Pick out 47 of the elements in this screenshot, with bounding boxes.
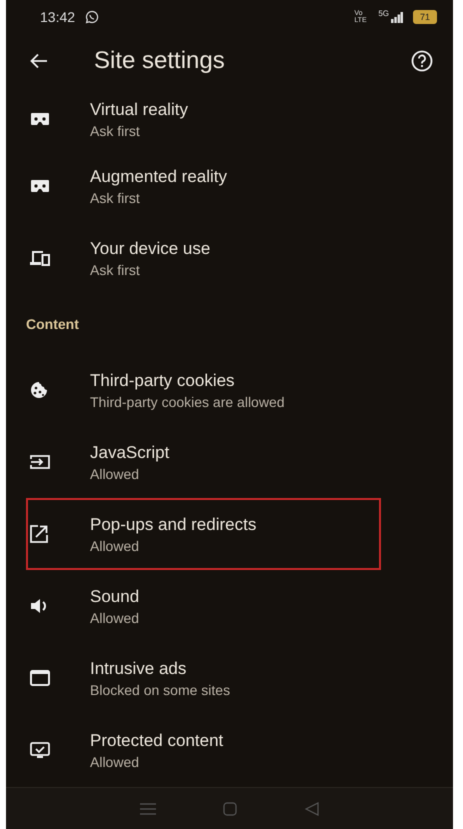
headset-icon — [30, 179, 50, 193]
item-subtitle: Allowed — [90, 610, 140, 626]
cookie-icon — [30, 381, 48, 399]
headset-icon — [30, 112, 50, 126]
network-label: 5G — [378, 9, 389, 18]
item-title: Augmented reality — [90, 166, 228, 186]
back-arrow-icon[interactable] — [30, 53, 48, 69]
settings-item[interactable]: Pop-ups and redirects Allowed — [26, 498, 381, 570]
settings-item[interactable]: Augmented reality Ask first — [6, 150, 453, 222]
signal-icon — [390, 12, 403, 22]
window-icon — [30, 670, 50, 686]
open-in-new-icon — [30, 525, 48, 543]
item-subtitle: Allowed — [90, 538, 140, 554]
settings-item[interactable]: JavaScript Allowed — [6, 426, 453, 498]
settings-item[interactable]: Third-party cookies Third-party cookies are allowed — [6, 354, 453, 426]
item-subtitle: Ask first — [90, 262, 141, 278]
item-title: Sound — [90, 586, 140, 606]
item-subtitle: Blocked on some sites — [90, 682, 230, 698]
item-title: Virtual reality — [90, 100, 188, 120]
item-subtitle: Allowed — [90, 754, 140, 770]
page-title: Site settings — [94, 47, 226, 75]
status-time: 13:42 — [40, 9, 76, 25]
input-icon — [30, 454, 50, 470]
item-subtitle: Ask first — [90, 190, 141, 206]
menu-icon[interactable] — [140, 802, 156, 814]
item-subtitle: Allowed — [90, 466, 140, 482]
item-title: Intrusive ads — [90, 658, 188, 678]
back-icon[interactable] — [305, 802, 320, 816]
settings-item[interactable]: Intrusive ads Blocked on some sites — [6, 642, 453, 714]
chat-bubble-icon — [85, 10, 100, 24]
settings-item[interactable]: Your device use Ask first — [6, 222, 453, 294]
item-subtitle: Third-party cookies are allowed — [90, 394, 285, 410]
item-title: Third-party cookies — [90, 370, 236, 390]
section-header: Content — [25, 315, 80, 334]
item-title: JavaScript — [90, 442, 170, 462]
item-subtitle: Ask first — [90, 122, 141, 138]
home-icon[interactable] — [223, 802, 238, 816]
battery-indicator: 71 — [412, 10, 437, 24]
item-title: Your device use — [90, 238, 210, 258]
settings-item[interactable]: Protected content Allowed — [6, 714, 453, 786]
settings-item[interactable]: Virtual reality Ask first — [6, 88, 453, 150]
monitor-check-icon — [30, 742, 50, 758]
settings-item[interactable]: Sound Allowed — [6, 570, 453, 642]
item-title: Protected content — [90, 730, 224, 750]
help-icon[interactable] — [411, 50, 433, 72]
item-title: Pop-ups and redirects — [90, 514, 256, 534]
devices-icon — [30, 250, 50, 266]
